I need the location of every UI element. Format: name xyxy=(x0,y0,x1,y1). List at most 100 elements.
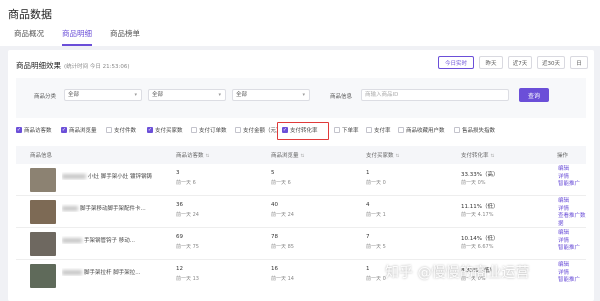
checkbox-icon xyxy=(398,127,404,133)
metric-label: 支付率 xyxy=(374,128,391,134)
buyers-compare: 前一天 1 xyxy=(366,212,386,218)
product-title[interactable]: 脚手架拉杆 脚手架拉... xyxy=(62,268,174,276)
sort-icon: ⇅ xyxy=(300,154,305,159)
product-thumbnail[interactable] xyxy=(30,264,56,288)
detail-link[interactable]: 详情 xyxy=(558,174,580,182)
promote-link[interactable]: 智能推广 xyxy=(558,181,580,189)
checkbox-icon xyxy=(106,127,112,133)
col-label: 商品浏览量 xyxy=(271,153,299,159)
table-row: 脚手架移动脚手架配件卡... 36 前一天 24 40 前一天 24 4 前一天… xyxy=(16,196,586,228)
views-compare: 前一天 24 xyxy=(271,212,294,218)
metric-check-pay-rate[interactable]: 支付率 xyxy=(366,126,391,134)
metric-check-visitors[interactable]: ✓ 商品访客数 xyxy=(16,126,52,134)
product-title[interactable]: 小灶 脚手架小灶 镀锌钢铸 xyxy=(62,172,174,180)
buyers-value: 1 xyxy=(366,266,370,272)
promote-data-link[interactable]: 查看推广数据 xyxy=(558,213,586,228)
detail-link[interactable]: 详情 xyxy=(558,238,580,246)
conversion-compare: 前一天 4.17% xyxy=(461,212,494,218)
detail-link[interactable]: 详情 xyxy=(558,206,586,214)
category-select-3[interactable]: 全部 ▾ xyxy=(232,89,310,101)
metric-label: 商品浏览量 xyxy=(69,128,97,134)
edit-link[interactable]: 编辑 xyxy=(558,262,580,270)
col-actions: 操作 xyxy=(557,153,569,159)
product-thumbnail[interactable] xyxy=(30,168,56,192)
conversion-compare: 前一天 6.67% xyxy=(461,244,494,250)
metric-check-pay-items[interactable]: 支付件数 xyxy=(106,126,136,134)
filter-panel: 商品分类 全部 ▾ 全部 ▾ 全部 ▾ 商品信息 商输入商品ID 查询 xyxy=(16,78,586,118)
category-select-2[interactable]: 全部 ▾ xyxy=(148,89,226,101)
views-value: 5 xyxy=(271,170,275,176)
metric-label: 支付件数 xyxy=(114,128,137,134)
checkbox-icon xyxy=(334,127,340,133)
product-title[interactable]: 手架钢管钩子 移动... xyxy=(62,236,174,244)
metric-check-fav-users[interactable]: 商品收藏用户数 xyxy=(398,126,445,134)
checkbox-icon xyxy=(366,127,372,133)
col-label: 支付买家数 xyxy=(366,153,394,159)
promote-link[interactable]: 智能推广 xyxy=(558,245,580,253)
time-day-button[interactable]: 日 xyxy=(570,56,588,69)
checkbox-checked-icon: ✓ xyxy=(61,127,67,133)
time-range-group: 今日实时 昨天 近7天 近30天 日 xyxy=(433,56,588,69)
metric-label: 下单率 xyxy=(342,128,359,134)
views-compare: 前一天 14 xyxy=(271,276,294,282)
tab-details[interactable]: 商品明细 xyxy=(62,27,92,46)
detail-link[interactable]: 详情 xyxy=(558,270,580,278)
product-thumbnail[interactable] xyxy=(30,232,56,256)
edit-link[interactable]: 编辑 xyxy=(558,230,580,238)
views-value: 16 xyxy=(271,266,278,272)
visitors-value: 36 xyxy=(176,202,183,208)
metric-check-order-rate[interactable]: 下单率 xyxy=(334,126,359,134)
checkbox-checked-icon: ✓ xyxy=(147,127,153,133)
row-actions: 编辑 详情 智能推广 xyxy=(558,166,580,189)
visitors-compare: 前一天 13 xyxy=(176,276,199,282)
product-info-label: 商品信息 xyxy=(330,94,353,100)
table-row: 手架钢管钩子 移动... 69 前一天 75 78 前一天 85 7 前一天 5… xyxy=(16,228,586,260)
tab-overview[interactable]: 商品概况 xyxy=(14,27,44,46)
col-label: 商品访客数 xyxy=(176,153,204,159)
visitors-compare: 前一天 75 xyxy=(176,244,199,250)
chevron-down-icon: ▾ xyxy=(218,92,221,98)
row-actions: 编辑 详情 查看推广数据 xyxy=(558,198,586,228)
col-visitors[interactable]: 商品访客数 ⇅ xyxy=(176,151,209,159)
stat-time: (统计时间 今日 21:53:06) xyxy=(64,64,130,70)
product-thumbnail[interactable] xyxy=(30,200,56,224)
time-yesterday-button[interactable]: 昨天 xyxy=(479,56,503,69)
time-7d-button[interactable]: 近7天 xyxy=(508,56,532,69)
product-id-input[interactable]: 商输入商品ID xyxy=(361,89,509,101)
metric-check-pay-buyers[interactable]: ✓ 支付买家数 xyxy=(147,126,183,134)
metric-check-pay-orders[interactable]: 支付订单数 xyxy=(191,126,227,134)
sort-icon: ⇅ xyxy=(205,154,210,159)
metric-check-loss-index[interactable]: 售品损失指数 xyxy=(454,126,495,134)
visitors-value: 3 xyxy=(176,170,180,176)
edit-link[interactable]: 编辑 xyxy=(558,198,586,206)
col-conversion[interactable]: 支付转化率 ⇅ xyxy=(461,151,494,159)
promote-link[interactable]: 智能推广 xyxy=(558,277,580,285)
section-title: 商品明细效果 (统计时间 今日 21:53:06) xyxy=(16,60,130,71)
chevron-down-icon: ▾ xyxy=(302,92,305,98)
query-button[interactable]: 查询 xyxy=(519,88,549,102)
views-value: 40 xyxy=(271,202,278,208)
metric-check-views[interactable]: ✓ 商品浏览量 xyxy=(61,126,97,134)
col-buyers[interactable]: 支付买家数 ⇅ xyxy=(366,151,399,159)
product-title[interactable]: 脚手架移动脚手架配件卡... xyxy=(62,204,174,212)
metric-check-pay-amount[interactable]: 支付金额（元） xyxy=(235,126,282,134)
views-compare: 前一天 6 xyxy=(271,180,291,186)
metric-label: 支付买家数 xyxy=(155,128,183,134)
metric-label: 支付金额（元） xyxy=(243,128,282,134)
category-label: 商品分类 xyxy=(34,94,57,100)
metric-label: 售品损失指数 xyxy=(462,128,496,134)
chevron-down-icon: ▾ xyxy=(134,92,137,98)
visitors-value: 12 xyxy=(176,266,183,272)
category-select-1[interactable]: 全部 ▾ xyxy=(64,89,142,101)
tab-bar: 商品概况 商品明细 商品榜单 xyxy=(14,27,158,46)
tab-ranking[interactable]: 商品榜单 xyxy=(110,27,140,46)
time-30d-button[interactable]: 近30天 xyxy=(537,56,565,69)
visitors-value: 69 xyxy=(176,234,183,240)
metric-label: 商品收藏用户数 xyxy=(406,128,445,134)
col-views[interactable]: 商品浏览量 ⇅ xyxy=(271,151,304,159)
time-today-button[interactable]: 今日实时 xyxy=(438,56,474,69)
edit-link[interactable]: 编辑 xyxy=(558,166,580,174)
page-title: 商品数据 xyxy=(8,8,52,21)
buyers-compare: 前一天 0 xyxy=(366,180,386,186)
blurred-text xyxy=(62,174,86,179)
